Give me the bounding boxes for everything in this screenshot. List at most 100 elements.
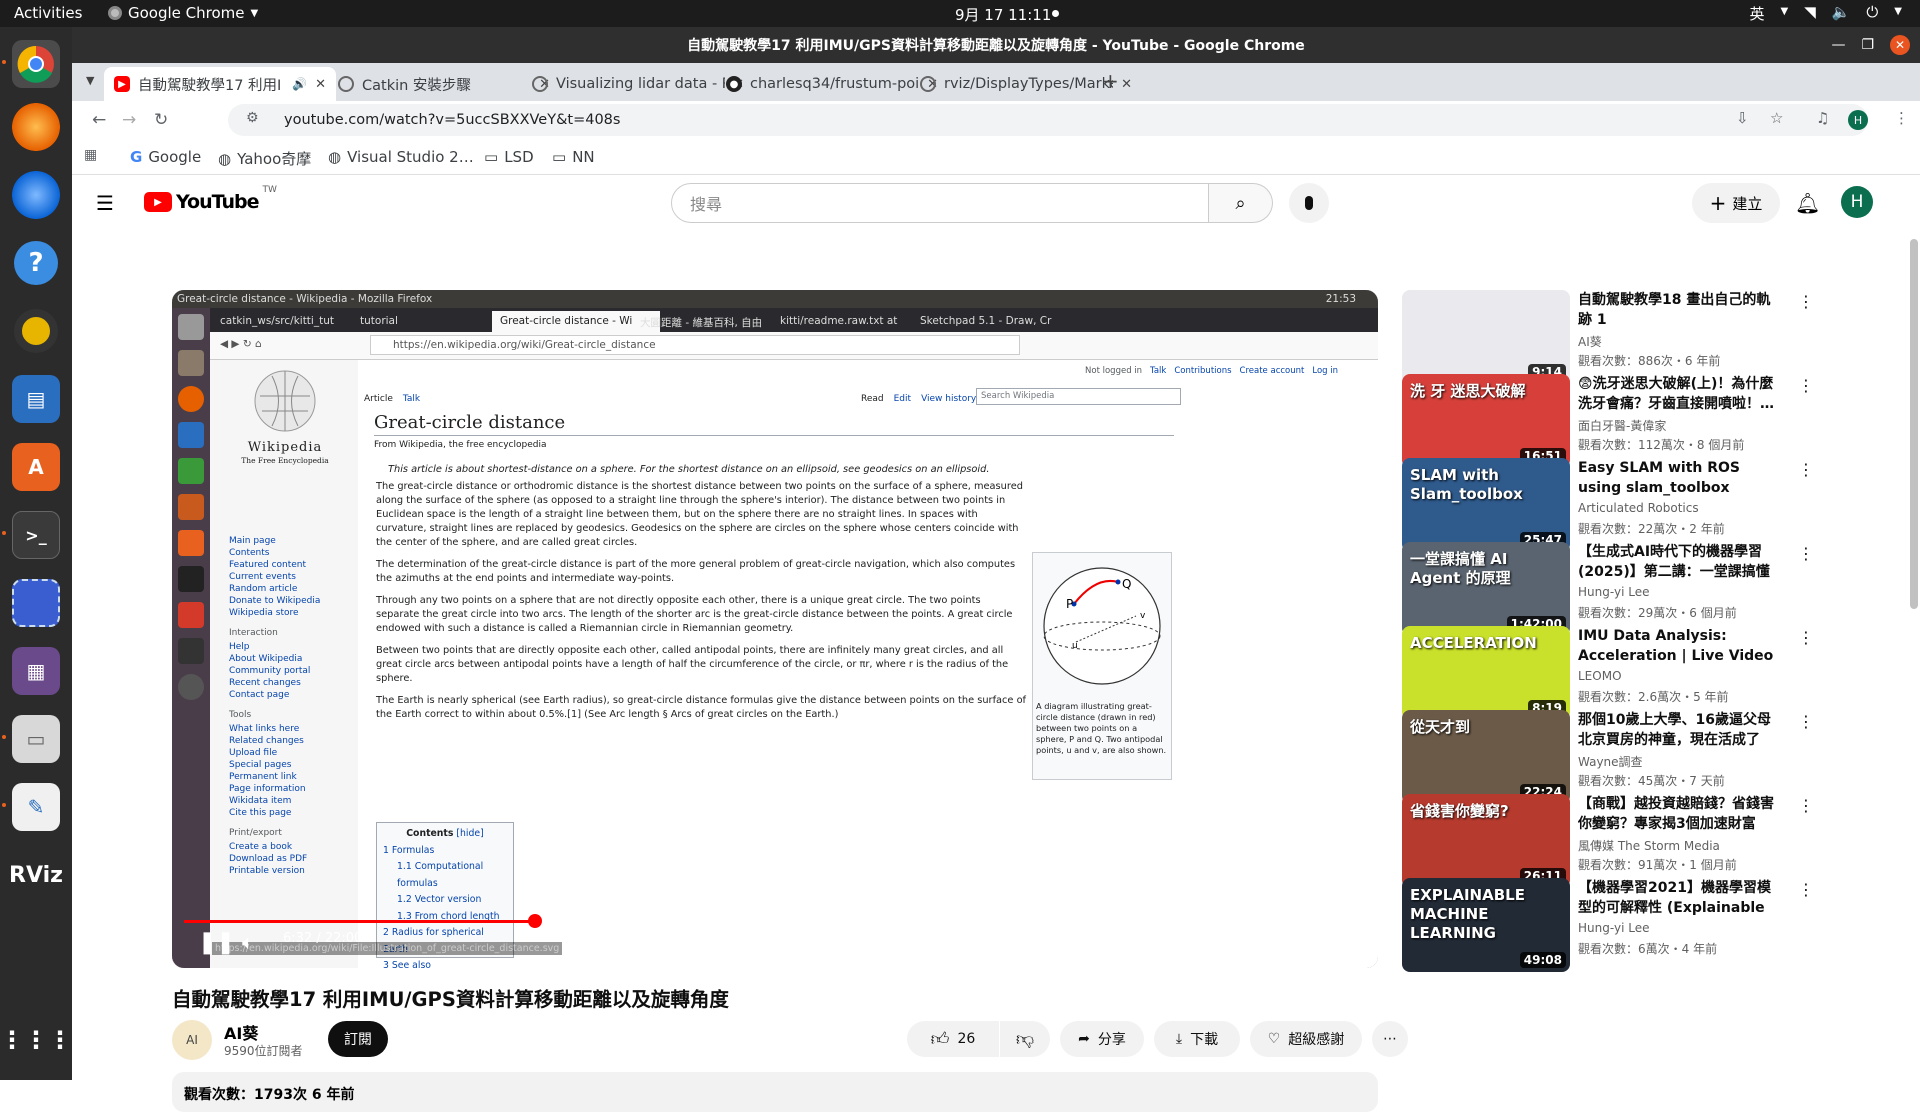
- apps-grid-icon[interactable]: ▦: [84, 147, 97, 163]
- audio-icon[interactable]: 🔊: [292, 77, 307, 91]
- suggestion-channel[interactable]: Hung-yi Lee: [1578, 921, 1649, 935]
- address-bar[interactable]: ⚙ youtube.com/watch?v=5uccSBXXVeY&t=408s: [228, 104, 1868, 136]
- account-avatar[interactable]: H: [1841, 186, 1873, 218]
- tab-youtube[interactable]: ▶ 自動駕駛教學17 利用I 🔊 ✕: [104, 67, 336, 101]
- profile-avatar[interactable]: H: [1848, 110, 1868, 130]
- suggestion-thumbnail[interactable]: 洗 牙 迷思大破解 16:51: [1402, 374, 1570, 468]
- bookmark-folder-nn[interactable]: ▭ NN: [552, 148, 595, 166]
- volume-icon[interactable]: 🔈︎: [242, 930, 254, 954]
- thunderbird-icon[interactable]: [12, 171, 60, 219]
- more-options-icon[interactable]: ⋮: [1798, 880, 1814, 899]
- dislike-button[interactable]: 👎︎: [1000, 1021, 1050, 1057]
- forward-arrow-icon[interactable]: →: [122, 110, 136, 130]
- suggestion-item[interactable]: 洗 牙 迷思大破解 16:51 😨洗牙迷思大破解(上)！為什麼洗牙會痛？牙齒直接開噴…: [1402, 374, 1872, 470]
- bookmark-folder-lsd[interactable]: ▭ LSD: [484, 148, 534, 166]
- suggestion-channel[interactable]: Articulated Robotics: [1578, 501, 1699, 515]
- firefox-icon[interactable]: [12, 103, 60, 151]
- autoplay-toggle-icon[interactable]: ⏸︎⊂⊃: [1084, 933, 1119, 953]
- search-button[interactable]: ⌕: [1209, 183, 1273, 223]
- app-menu[interactable]: Google Chrome ▼: [108, 4, 258, 22]
- suggestion-channel[interactable]: 面白牙醫-黃偉家: [1578, 417, 1666, 434]
- page-scrollbar[interactable]: [1910, 239, 1918, 609]
- video-editor-icon[interactable]: ▦: [12, 647, 60, 695]
- suggestion-thumbnail[interactable]: 9:14: [1402, 290, 1570, 384]
- site-info-icon[interactable]: ⚙: [246, 110, 259, 126]
- window-titlebar[interactable]: 自動駕駛教學17 利用IMU/GPS資料計算移動距離以及旋轉角度 - YouTu…: [72, 27, 1920, 63]
- channel-name[interactable]: AI葵: [224, 1020, 258, 1044]
- description-box[interactable]: 觀看次數：1793次 6 年前: [172, 1072, 1378, 1112]
- bookmark-yahoo[interactable]: ◍ Yahoo奇摩: [218, 148, 311, 169]
- youtube-logo[interactable]: ▶ YouTube TW: [144, 185, 277, 213]
- close-window-button[interactable]: ✕: [1890, 35, 1910, 55]
- suggestion-title[interactable]: 【機器學習2021】機器學習模型的可解釋性 (Explainable ML) …: [1578, 878, 1783, 918]
- suggestion-thumbnail[interactable]: 省錢害你變窮? 26:11: [1402, 794, 1570, 888]
- suggestion-title[interactable]: 【商戰】越投資越賠錢？省錢害你變窮？專家揭3個加速財富自…: [1578, 794, 1783, 834]
- maximize-button[interactable]: ❐: [1861, 37, 1874, 53]
- more-options-icon[interactable]: ⋮: [1798, 376, 1814, 395]
- menu-kebab-icon[interactable]: ⋮: [1894, 109, 1909, 127]
- suggestion-thumbnail[interactable]: SLAM with Slam_toolbox 25:47: [1402, 458, 1570, 552]
- subscribe-button[interactable]: 訂閱: [328, 1021, 388, 1057]
- suggestion-channel[interactable]: AI葵: [1578, 333, 1602, 350]
- suggestion-channel[interactable]: Wayne調查: [1578, 753, 1643, 770]
- suggestion-thumbnail[interactable]: 從天才到 22:24: [1402, 710, 1570, 804]
- suggestion-item[interactable]: 9:14 自動駕駛教學18 畫出自己的軌跡 1 AI葵 觀看次數：886次・6 年前 ⋮: [1402, 290, 1872, 386]
- clock[interactable]: 9月 17 11:11: [955, 4, 1051, 25]
- channel-avatar[interactable]: AI: [172, 1020, 212, 1060]
- more-actions-button[interactable]: ⋯: [1372, 1021, 1408, 1057]
- notifications-bell-icon[interactable]: 🔔︎: [1795, 191, 1820, 215]
- reload-icon[interactable]: ↻: [154, 110, 168, 130]
- text-editor-icon[interactable]: ✎: [12, 783, 60, 831]
- close-tab-icon[interactable]: ✕: [1121, 77, 1132, 92]
- progress-scrubber[interactable]: [528, 914, 542, 928]
- suggestion-thumbnail[interactable]: ACCELERATION 8:19: [1402, 626, 1570, 720]
- suggestion-item[interactable]: EXPLAINABLE MACHINE LEARNING 49:08 【機器學習20…: [1402, 878, 1872, 974]
- bookmark-visual-studio[interactable]: ◍ Visual Studio 2…: [328, 148, 474, 166]
- video-player[interactable]: Great-circle distance - Wikipedia - Mozi…: [172, 290, 1378, 968]
- software-icon[interactable]: A: [12, 443, 60, 491]
- suggestion-thumbnail[interactable]: EXPLAINABLE MACHINE LEARNING 49:08: [1402, 878, 1570, 972]
- suggestion-title[interactable]: IMU Data Analysis: Acceleration | Live V…: [1578, 626, 1783, 666]
- input-method-label[interactable]: 英: [1749, 3, 1764, 24]
- terminal-icon[interactable]: >_: [12, 511, 60, 559]
- close-tab-icon[interactable]: ✕: [315, 77, 326, 92]
- new-tab-button[interactable]: +: [1102, 69, 1119, 93]
- pause-icon[interactable]: ❚❚: [198, 930, 235, 955]
- more-options-icon[interactable]: ⋮: [1798, 544, 1814, 563]
- rviz-icon[interactable]: RViz: [9, 851, 63, 899]
- bookmark-star-icon[interactable]: ☆: [1770, 109, 1783, 127]
- fullscreen-icon[interactable]: ⛶: [1326, 930, 1340, 954]
- like-button[interactable]: 👍︎ 26: [907, 1021, 999, 1057]
- suggestion-channel[interactable]: Hung-yi Lee: [1578, 585, 1649, 599]
- suggestion-title[interactable]: 😨洗牙迷思大破解(上)！為什麼洗牙會痛？牙齒直接開噴啦！…: [1578, 374, 1783, 414]
- system-tray[interactable]: 英 ▼ ◥ 🔈 ⏻ ▼: [1749, 3, 1902, 24]
- files-icon[interactable]: ▭: [12, 715, 60, 763]
- install-icon[interactable]: ⇩: [1736, 109, 1749, 127]
- more-options-icon[interactable]: ⋮: [1798, 712, 1814, 731]
- suggestion-title[interactable]: 【生成式AI時代下的機器學習(2025)】第二講：一堂課搞懂 …: [1578, 542, 1783, 582]
- theater-mode-icon[interactable]: ▭: [1276, 930, 1295, 954]
- activities-button[interactable]: Activities: [14, 4, 82, 22]
- bookmark-google[interactable]: G Google: [130, 148, 201, 166]
- settings-gear-icon[interactable]: ⚙: [1180, 930, 1198, 954]
- suggestion-item[interactable]: SLAM with Slam_toolbox 25:47 Easy SLAM wit…: [1402, 458, 1872, 554]
- miniplayer-icon[interactable]: ⧉: [1228, 930, 1242, 954]
- suggestion-item[interactable]: ACCELERATION 8:19 IMU Data Analysis: Accel…: [1402, 626, 1872, 722]
- subtitles-icon[interactable]: ▭: [1132, 930, 1149, 951]
- download-button[interactable]: ⤓ 下載: [1154, 1021, 1240, 1057]
- voice-search-button[interactable]: [1289, 183, 1329, 223]
- more-options-icon[interactable]: ⋮: [1798, 292, 1814, 311]
- more-options-icon[interactable]: ⋮: [1798, 628, 1814, 647]
- suggestion-title[interactable]: 那個10歲上大學、16歲逼父母北京買房的神童，現在活成了這…: [1578, 710, 1783, 750]
- rhythmbox-icon[interactable]: [12, 307, 60, 355]
- share-button[interactable]: ➦ 分享: [1060, 1021, 1144, 1057]
- help-icon[interactable]: ?: [12, 239, 60, 287]
- minimize-button[interactable]: —: [1831, 37, 1845, 53]
- suggestion-title[interactable]: 自動駕駛教學18 畫出自己的軌跡 1: [1578, 290, 1783, 330]
- show-apps-icon[interactable]: ⋮⋮⋮: [0, 1016, 72, 1064]
- writer-icon[interactable]: ▤: [12, 375, 60, 423]
- back-arrow-icon[interactable]: ←: [92, 110, 106, 130]
- tab-search-icon[interactable]: ▼: [86, 74, 94, 87]
- suggestion-channel[interactable]: 風傳媒 The Storm Media: [1578, 837, 1720, 854]
- media-control-icon[interactable]: ♫: [1816, 109, 1829, 127]
